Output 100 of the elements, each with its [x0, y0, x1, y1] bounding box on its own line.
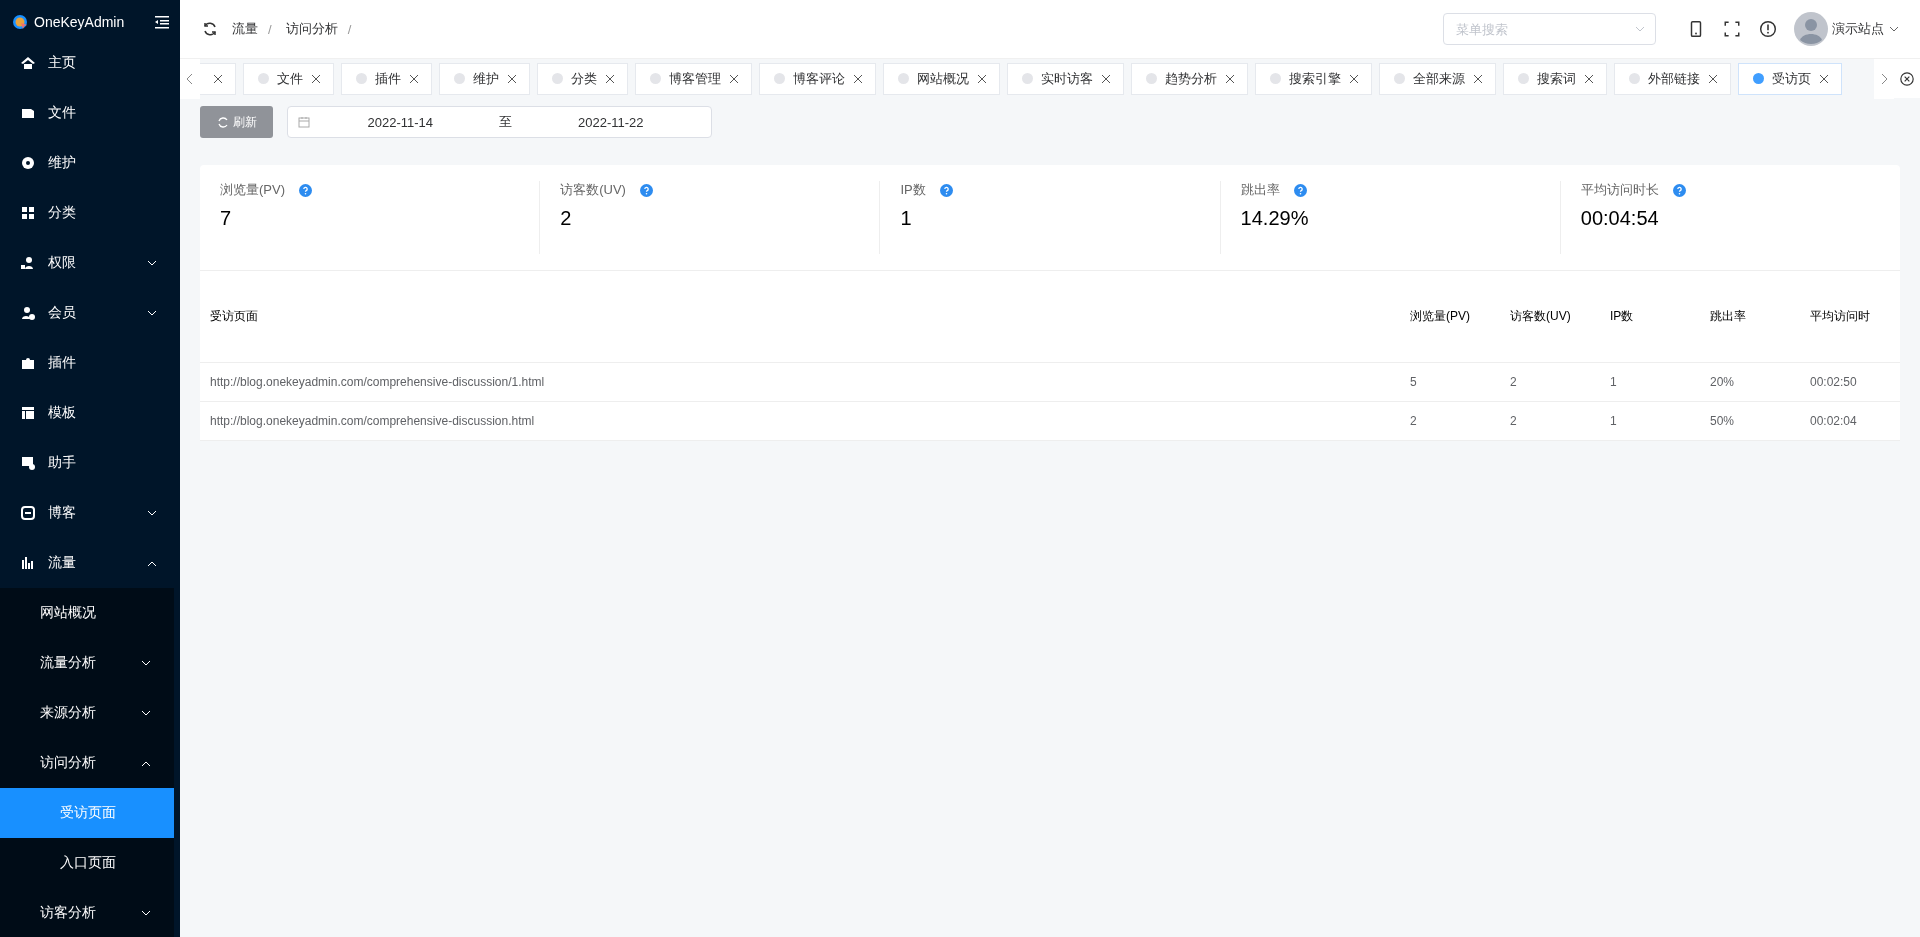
end-date: 2022-11-22	[576, 114, 645, 130]
menu-search-field[interactable]: 菜单搜索	[1443, 13, 1656, 45]
breadcrumb-separator: /	[347, 21, 352, 37]
close-icon	[213, 73, 223, 84]
tab[interactable]: 分类	[537, 62, 628, 95]
avatar-icon	[1794, 12, 1828, 46]
close-icon	[507, 73, 517, 84]
menu-item[interactable]: 入口页面	[0, 838, 174, 888]
stat-label: IP数	[900, 181, 926, 199]
close-icon	[853, 73, 863, 84]
close-icon	[1584, 73, 1594, 84]
stat-value: 2	[560, 207, 573, 230]
tab[interactable]: 外部链接	[1614, 62, 1731, 95]
date-range-field[interactable]: 2022-11-14 至 2022-11-22	[287, 106, 712, 138]
gear-icon	[20, 155, 36, 171]
menu-item[interactable]: 会员	[0, 288, 180, 338]
stat-label: 平均访问时长	[1580, 181, 1659, 199]
app-name: OneKeyAdmin	[34, 14, 126, 30]
menu-item[interactable]: 助手	[0, 438, 180, 488]
menu-item[interactable]: 网站概况	[0, 588, 174, 638]
home-icon	[20, 55, 36, 71]
bar-chart-icon	[20, 555, 36, 571]
stat-value: 1	[900, 207, 913, 230]
close-icon[interactable]	[1900, 71, 1914, 86]
table-cell: http://blog.onekeyadmin.com/comprehensive-discussion.html	[200, 401, 1400, 441]
menu-item[interactable]: 插件	[0, 338, 180, 388]
menu-item[interactable]: 来源分析	[0, 688, 174, 738]
table-cell: http://blog.onekeyadmin.com/comprehensive-discussion/1.html	[200, 362, 1400, 402]
menu-item[interactable]: 维护	[0, 138, 180, 188]
help-icon	[299, 183, 312, 197]
blog-icon	[20, 505, 36, 521]
menu-item[interactable]: 主页	[0, 38, 180, 88]
stat-value: 00:04:54	[1580, 207, 1660, 230]
menu-item[interactable]: 文件	[0, 88, 180, 138]
menu-item[interactable]: 权限	[0, 238, 180, 288]
help-icon	[1672, 183, 1686, 197]
close-icon	[1473, 73, 1483, 84]
menu-item[interactable]: 流量	[0, 538, 180, 588]
tab[interactable]: 博客评论	[759, 62, 876, 95]
menu-item[interactable]: 博客	[0, 488, 180, 538]
column-header: 访客数(UV)	[1500, 270, 1600, 363]
table-cell: 2	[1400, 401, 1500, 441]
menu-icon[interactable]	[154, 14, 170, 30]
menu-item[interactable]: 访问分析	[0, 738, 174, 788]
tab[interactable]: 全部来源	[1379, 62, 1496, 95]
layout-icon	[20, 405, 36, 421]
column-header: IP数	[1600, 270, 1700, 363]
table-cell: 50%	[1700, 401, 1800, 441]
tab[interactable]: 搜索词	[1503, 62, 1607, 95]
close-icon	[977, 73, 987, 84]
close-icon	[409, 73, 419, 84]
stat-value: 7	[220, 207, 233, 230]
tab[interactable]: 文件	[243, 62, 334, 95]
tab[interactable]: 趋势分析	[1131, 62, 1248, 95]
user-name[interactable]: 演示站点	[1832, 20, 1884, 38]
table-cell: 1	[1600, 362, 1700, 402]
user-icon	[20, 305, 36, 321]
breadcrumb-link[interactable]: 访问分析	[285, 20, 338, 38]
menu-item[interactable]: 分类	[0, 188, 180, 238]
calendar-icon	[298, 116, 310, 128]
refresh-icon	[216, 116, 229, 128]
stat-label: 浏览量(PV)	[220, 181, 285, 199]
close-icon	[1349, 73, 1359, 84]
close-icon	[1101, 73, 1111, 84]
breadcrumb-separator: /	[268, 21, 272, 37]
grid-icon	[20, 205, 36, 221]
close-icon	[605, 73, 615, 84]
tab[interactable]: 插件	[341, 62, 432, 95]
column-header: 跳出率	[1700, 270, 1800, 363]
help-icon	[939, 183, 953, 197]
table-cell: 2	[1500, 401, 1600, 441]
table-cell: 20%	[1700, 362, 1800, 402]
tab[interactable]: 搜索引擎	[1255, 62, 1372, 95]
logo-icon	[12, 14, 28, 30]
close-icon	[729, 73, 739, 84]
alert-icon[interactable]	[1759, 20, 1777, 38]
breadcrumb-link[interactable]: 流量	[232, 20, 258, 38]
column-header: 浏览量(PV)	[1400, 270, 1500, 363]
close-icon	[1708, 73, 1718, 84]
menu-item[interactable]: 访客分析	[0, 888, 174, 937]
help-icon	[639, 183, 653, 197]
stat-label: 跳出率	[1240, 181, 1280, 199]
fullscreen-icon[interactable]	[1723, 20, 1741, 38]
stat-label: 访客数(UV)	[560, 181, 626, 199]
start-date: 2022-11-14	[366, 114, 434, 130]
tab[interactable]: 博客管理	[635, 62, 752, 95]
range-separator: 至	[498, 113, 513, 131]
tab[interactable]: 实时访客	[1007, 62, 1124, 95]
tab[interactable]: 维护	[439, 62, 530, 95]
close-icon	[311, 73, 321, 84]
refresh-icon[interactable]	[202, 21, 218, 37]
table-cell: 2	[1500, 362, 1600, 402]
menu-item[interactable]: 流量分析	[0, 638, 174, 688]
tab[interactable]: 受访页	[1738, 62, 1842, 95]
stat-value: 14.29%	[1240, 207, 1310, 230]
table-cell: 1	[1600, 401, 1700, 441]
table-cell: 5	[1400, 362, 1500, 402]
column-header: 平均访问时	[1800, 270, 1900, 363]
menu-item[interactable]: 模板	[0, 388, 180, 438]
tab[interactable]: 网站概况	[883, 62, 1000, 95]
